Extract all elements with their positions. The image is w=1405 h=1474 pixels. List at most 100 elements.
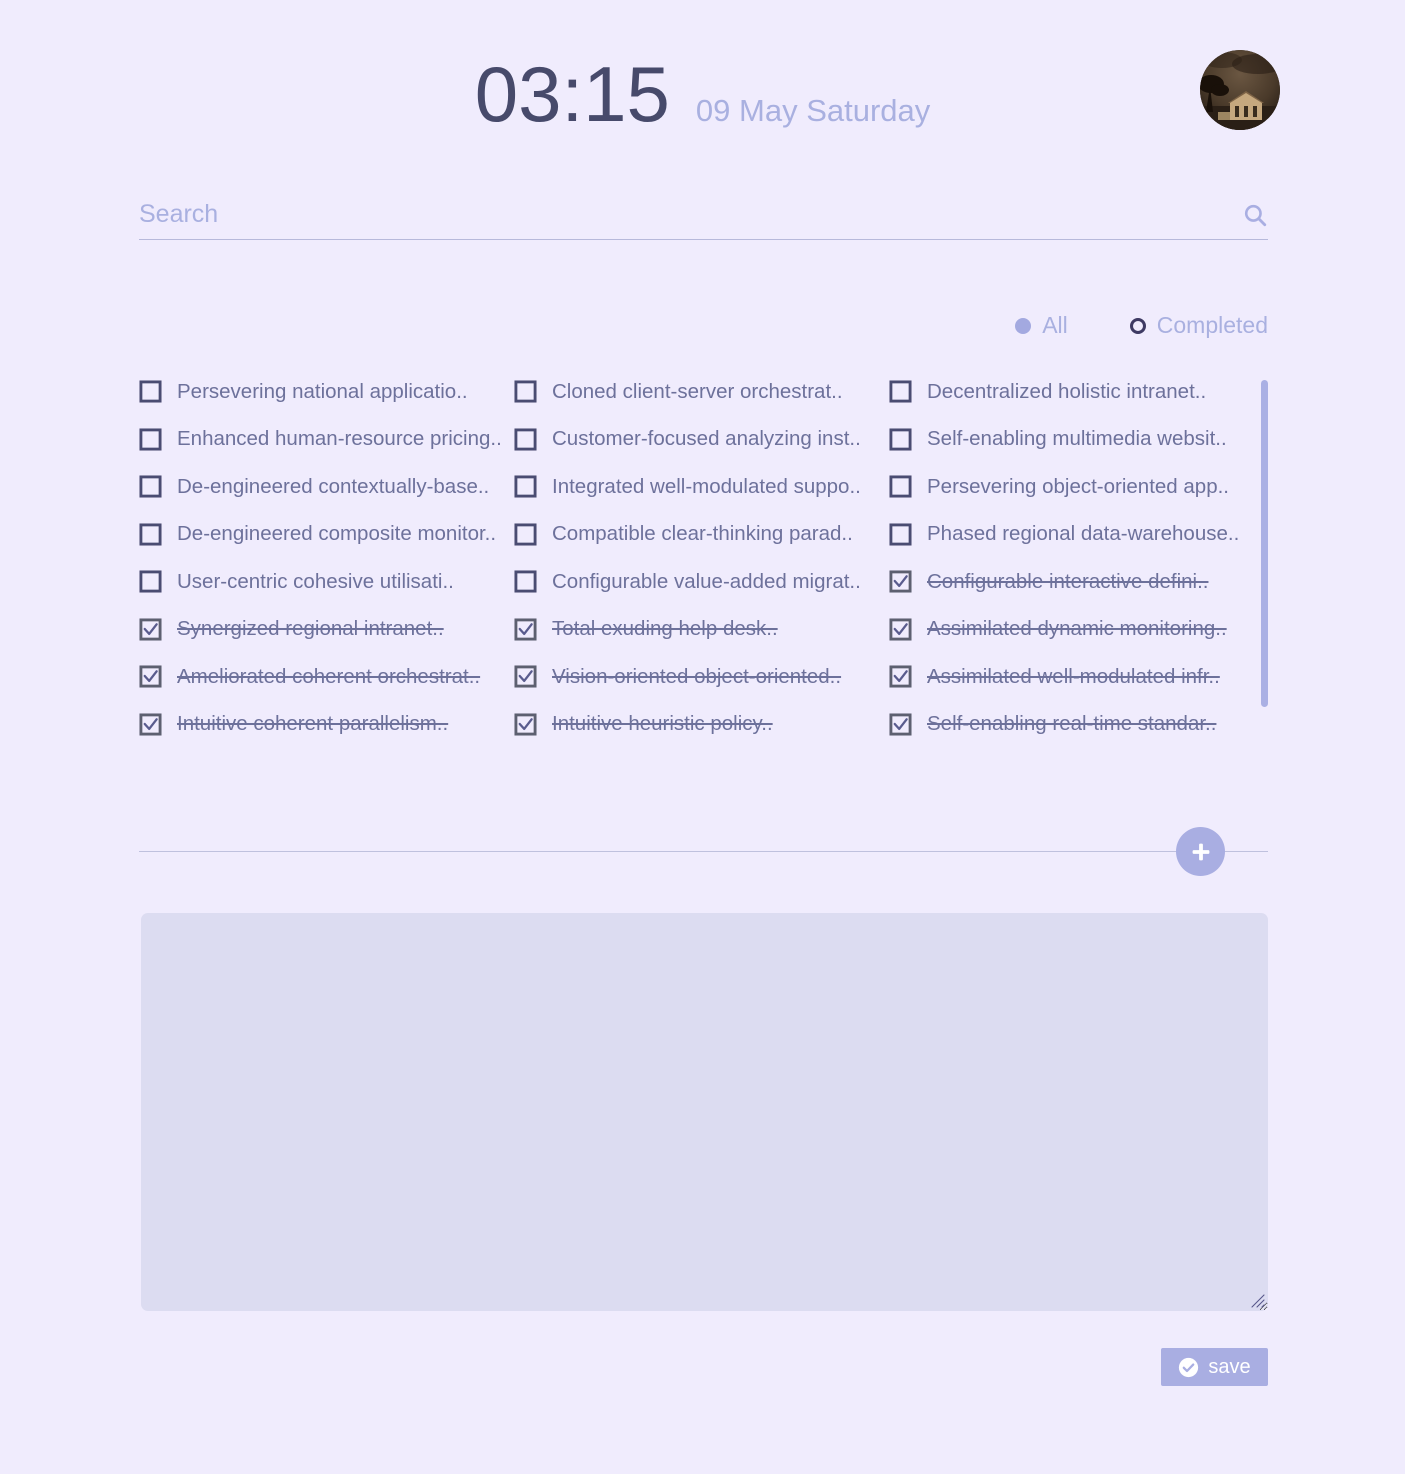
checkbox-unchecked-icon[interactable]	[139, 380, 162, 403]
todo-item-label: Self-enabling multimedia websit..	[927, 427, 1227, 451]
todo-columns: Persevering national applicatio.. Enhance…	[139, 368, 1268, 748]
todo-item[interactable]: Total exuding help desk..	[514, 606, 889, 654]
todo-item[interactable]: Integrated well-modulated suppo..	[514, 463, 889, 511]
todo-item-label: Configurable value-added migrat..	[552, 569, 861, 593]
checkbox-unchecked-icon[interactable]	[139, 475, 162, 498]
todo-item-label: Intuitive coherent parallelism..	[177, 712, 449, 736]
todo-item[interactable]: Persevering national applicatio..	[139, 368, 514, 416]
todo-item[interactable]: Assimilated dynamic monitoring..	[889, 606, 1264, 654]
todo-item-label: Integrated well-modulated suppo..	[552, 474, 861, 498]
checkbox-unchecked-icon[interactable]	[514, 428, 537, 451]
checkbox-checked-icon[interactable]	[139, 618, 162, 641]
todo-item-label: Synergized regional intranet..	[177, 617, 444, 641]
checkbox-unchecked-icon[interactable]	[889, 428, 912, 451]
checkbox-unchecked-icon[interactable]	[514, 523, 537, 546]
todo-item[interactable]: De-engineered contextually-base..	[139, 463, 514, 511]
todo-item-label: Persevering object-oriented app..	[927, 474, 1229, 498]
clock-time: 03:15	[474, 50, 670, 138]
save-button-label: save	[1208, 1355, 1251, 1378]
todo-item[interactable]: Phased regional data-warehouse..	[889, 511, 1264, 559]
clock-date: 09 May Saturday	[695, 93, 931, 128]
checkbox-unchecked-icon[interactable]	[889, 380, 912, 403]
avatar-photo-icon	[1200, 50, 1280, 130]
todo-column-3: Decentralized holistic intranet.. Self-en…	[889, 368, 1264, 748]
todo-item[interactable]: Enhanced human-resource pricing..	[139, 416, 514, 464]
todo-item[interactable]: Configurable interactive defini..	[889, 558, 1264, 606]
todo-item[interactable]: Persevering object-oriented app..	[889, 463, 1264, 511]
check-circle-icon	[1179, 1357, 1199, 1377]
header: 03:15 09 May Saturday	[0, 0, 1405, 170]
todo-item[interactable]: Vision-oriented object-oriented..	[514, 653, 889, 701]
todo-item[interactable]: Intuitive coherent parallelism..	[139, 701, 514, 749]
todo-item-label: De-engineered composite monitor..	[177, 522, 497, 546]
todo-item[interactable]: Assimilated well-modulated infr..	[889, 653, 1264, 701]
checkbox-unchecked-icon[interactable]	[139, 523, 162, 546]
todo-item-label: Enhanced human-resource pricing..	[177, 427, 502, 451]
checkbox-unchecked-icon[interactable]	[514, 380, 537, 403]
todo-item-label: Compatible clear-thinking parad..	[552, 522, 853, 546]
todo-item-label: Cloned client-server orchestrat..	[552, 379, 843, 403]
todo-item-label: Decentralized holistic intranet..	[927, 379, 1207, 403]
todo-item[interactable]: Decentralized holistic intranet..	[889, 368, 1264, 416]
checkbox-unchecked-icon[interactable]	[139, 428, 162, 451]
todo-item[interactable]: Ameliorated coherent orchestrat..	[139, 653, 514, 701]
todo-item[interactable]: User-centric cohesive utilisati..	[139, 558, 514, 606]
checkbox-checked-icon[interactable]	[889, 713, 912, 736]
todo-item-label: Intuitive heuristic policy..	[552, 712, 773, 736]
checkbox-checked-icon[interactable]	[889, 570, 912, 593]
checkbox-unchecked-icon[interactable]	[889, 523, 912, 546]
todo-item[interactable]: Configurable value-added migrat..	[514, 558, 889, 606]
search-input[interactable]	[139, 200, 1242, 229]
todo-item-label: Self-enabling real-time standar..	[927, 712, 1217, 736]
todo-item[interactable]: Self-enabling multimedia websit..	[889, 416, 1264, 464]
checkbox-unchecked-icon[interactable]	[514, 475, 537, 498]
avatar[interactable]	[1200, 50, 1280, 130]
todo-item-label: Phased regional data-warehouse..	[927, 522, 1240, 546]
todo-item[interactable]: Synergized regional intranet..	[139, 606, 514, 654]
todo-item[interactable]: De-engineered composite monitor..	[139, 511, 514, 559]
checkbox-unchecked-icon[interactable]	[889, 475, 912, 498]
checkbox-checked-icon[interactable]	[889, 665, 912, 688]
todo-item-label: De-engineered contextually-base..	[177, 474, 490, 498]
checkbox-checked-icon[interactable]	[514, 618, 537, 641]
todo-item[interactable]: Customer-focused analyzing inst..	[514, 416, 889, 464]
todo-app-page: 03:15 09 May Saturday Search All Complet…	[0, 0, 1405, 1474]
add-task-button[interactable]	[1176, 827, 1225, 876]
list-scrollbar-track[interactable]	[1261, 380, 1268, 725]
todo-item-label: Configurable interactive defini..	[927, 569, 1209, 593]
todo-item-label: Assimilated dynamic monitoring..	[927, 617, 1227, 641]
todo-item-label: Ameliorated coherent orchestrat..	[177, 664, 481, 688]
todo-column-2: Cloned client-server orchestrat.. Custome…	[514, 368, 889, 748]
filter-all[interactable]: All	[1015, 312, 1068, 339]
todo-item[interactable]: Compatible clear-thinking parad..	[514, 511, 889, 559]
todo-item[interactable]: Cloned client-server orchestrat..	[514, 368, 889, 416]
checkbox-checked-icon[interactable]	[514, 713, 537, 736]
checkbox-unchecked-icon[interactable]	[139, 570, 162, 593]
list-scrollbar-thumb[interactable]	[1261, 380, 1268, 707]
checkbox-checked-icon[interactable]	[139, 713, 162, 736]
filter-group: All Completed	[1015, 312, 1268, 339]
todo-column-1: Persevering national applicatio.. Enhance…	[139, 368, 514, 748]
filter-completed-ring-icon	[1129, 317, 1146, 334]
checkbox-unchecked-icon[interactable]	[514, 570, 537, 593]
plus-icon	[1192, 843, 1209, 860]
search-icon[interactable]	[1242, 202, 1268, 228]
todo-list: Persevering national applicatio.. Enhance…	[139, 368, 1268, 738]
todo-item-label: User-centric cohesive utilisati..	[177, 569, 454, 593]
checkbox-checked-icon[interactable]	[514, 665, 537, 688]
filter-all-dot-icon	[1015, 317, 1032, 334]
todo-item[interactable]: Self-enabling real-time standar..	[889, 701, 1264, 749]
filter-completed[interactable]: Completed	[1129, 312, 1268, 339]
clock-block: 03:15 09 May Saturday	[0, 55, 1405, 133]
todo-item-label: Assimilated well-modulated infr..	[927, 664, 1220, 688]
filter-all-label: All	[1042, 312, 1068, 338]
save-button[interactable]: save	[1161, 1348, 1268, 1386]
todo-item-label: Customer-focused analyzing inst..	[552, 427, 861, 451]
todo-item-label: Persevering national applicatio..	[177, 379, 468, 403]
note-textarea[interactable]	[141, 913, 1268, 1311]
section-divider	[139, 851, 1268, 852]
checkbox-checked-icon[interactable]	[139, 665, 162, 688]
todo-item[interactable]: Intuitive heuristic policy..	[514, 701, 889, 749]
checkbox-checked-icon[interactable]	[889, 618, 912, 641]
filter-completed-label: Completed	[1156, 312, 1268, 338]
